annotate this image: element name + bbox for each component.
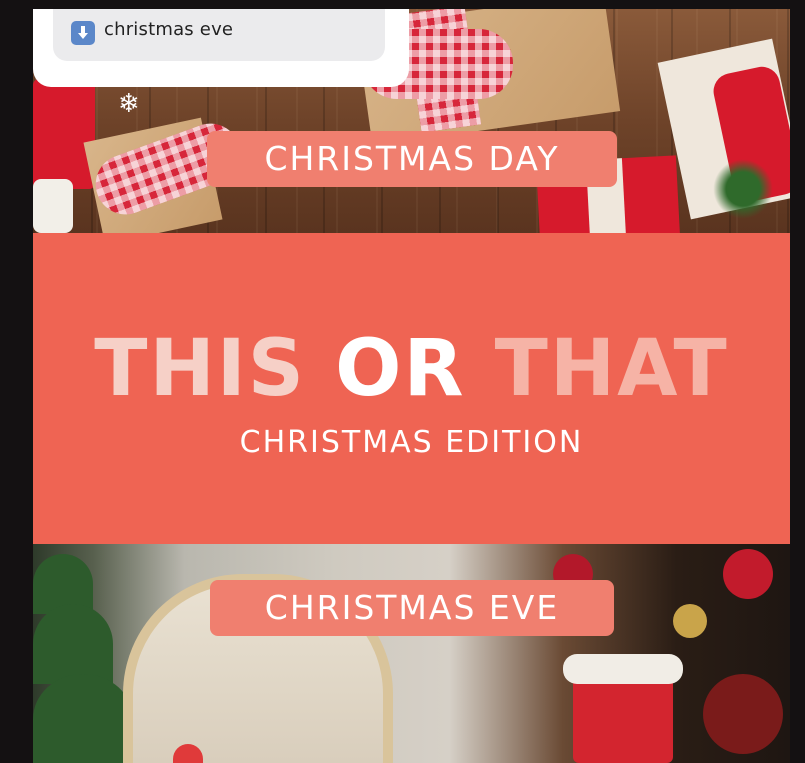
santa-ornament: [703, 674, 783, 754]
ornament-gold: [673, 604, 707, 638]
title-or: OR: [335, 324, 466, 414]
tree-layer-2: [33, 604, 113, 684]
title-this: THIS: [94, 324, 306, 414]
snowflake-icon: ❄: [118, 89, 140, 119]
title-banner: THIS OR THAT CHRISTMAS EDITION: [33, 233, 790, 544]
tree-layer-3: [33, 674, 133, 763]
notification-text: christmas eve: [104, 19, 234, 40]
santa-hat-shape: [33, 79, 95, 189]
story-frame: ❄ christmas eve CHRISTMAS DAY THIS OR TH…: [33, 9, 790, 763]
christmas-tree-photo: [33, 544, 790, 763]
notification-card[interactable]: christmas eve: [33, 9, 409, 87]
option-christmas-eve[interactable]: CHRISTMAS EVE: [210, 580, 614, 636]
hat-fur-shape: [33, 179, 73, 233]
download-arrow-icon: [71, 21, 95, 45]
toy-house-roof-snow: [563, 654, 683, 684]
pine-sprig-shape: [713, 159, 773, 219]
banner-title: THIS OR THAT: [33, 329, 790, 409]
banner-subtitle: CHRISTMAS EDITION: [239, 425, 584, 460]
ornament-red-2: [723, 549, 773, 599]
option-christmas-day[interactable]: CHRISTMAS DAY: [207, 131, 617, 187]
notification-inner: christmas eve: [53, 9, 385, 61]
title-that: THAT: [494, 324, 729, 414]
